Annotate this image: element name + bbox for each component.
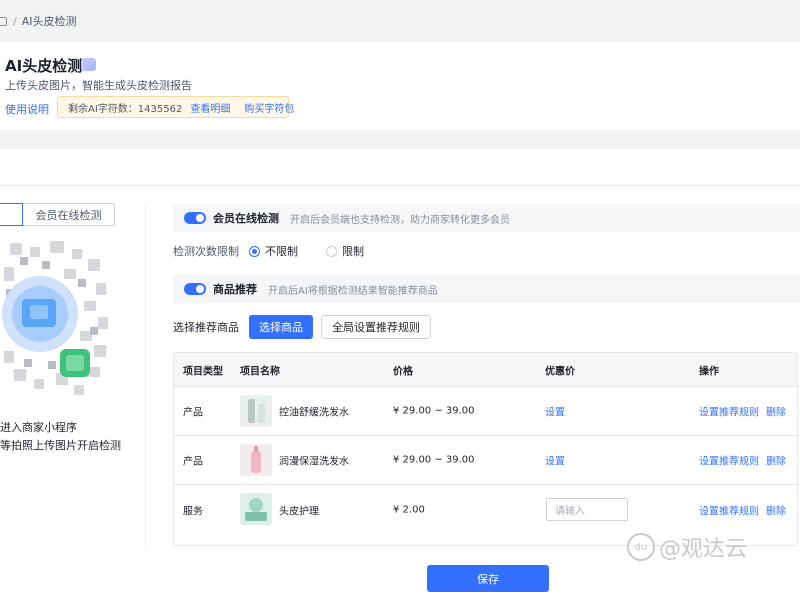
set-rule-link[interactable]: 设置推荐规则 <box>699 453 759 468</box>
product-thumbnail <box>240 395 272 427</box>
detect-limit-row: 检测次数限制 不限制 限制 <box>173 243 364 259</box>
tab-strip-divider <box>0 185 800 186</box>
col-header-discount: 优惠价 <box>545 366 575 377</box>
feature-badge-icon <box>81 58 96 71</box>
row-name: 控油舒缓洗发水 <box>279 407 349 419</box>
row-type: 产品 <box>183 407 203 419</box>
recommend-table: 项目类型 项目名称 价格 优惠价 操作 产品 控油舒缓洗发水 ¥ 29.00 ~… <box>173 352 798 546</box>
set-discount-link[interactable]: 设置 <box>545 453 565 468</box>
breadcrumb: / AI头皮检测 <box>0 0 800 42</box>
mode-switch: 会员在线检测 <box>0 203 115 226</box>
row-type: 服务 <box>183 506 203 517</box>
row-price: ¥ 2.00 <box>393 504 425 515</box>
col-header-price: 价格 <box>393 366 413 377</box>
detect-limit-label: 检测次数限制 <box>173 245 239 258</box>
paw-logo-icon: du <box>627 533 655 561</box>
table-header: 项目类型 项目名称 价格 优惠价 操作 <box>174 353 797 387</box>
recommend-toggle[interactable] <box>184 283 206 295</box>
select-products-button[interactable]: 选择商品 <box>249 315 313 339</box>
breadcrumb-current: AI头皮检测 <box>21 15 77 28</box>
miniprogram-qr-code <box>0 239 112 404</box>
toggle-knob <box>196 214 204 222</box>
mode-tab-member-online[interactable]: 会员在线检测 <box>23 203 115 226</box>
row-price: ¥ 29.00 ~ 39.00 <box>393 454 475 466</box>
product-picker-row: 选择推荐商品 选择商品 全局设置推荐规则 <box>173 315 431 339</box>
radio-checked-icon <box>249 245 260 257</box>
watermark-text: @观达云 <box>659 537 748 562</box>
mode-tab-active[interactable] <box>0 203 23 226</box>
product-picker-label: 选择推荐商品 <box>173 321 239 334</box>
delete-link[interactable]: 删除 <box>766 404 786 419</box>
quota-banner: 剩余AI字符数：1435562 查看明细 购买字符包 <box>57 96 294 118</box>
recommend-row: 商品推荐 开启后AI将根据检测结果智能推荐商品 <box>173 275 800 303</box>
set-rule-link[interactable]: 设置推荐规则 <box>699 502 759 517</box>
view-detail-link[interactable]: 查看明细 <box>190 100 230 115</box>
col-header-name: 项目名称 <box>240 366 280 377</box>
col-header-type: 项目类型 <box>183 366 223 377</box>
buy-package-link[interactable]: 购买字符包 <box>244 100 294 115</box>
product-thumbnail <box>240 444 272 476</box>
global-rule-button[interactable]: 全局设置推荐规则 <box>321 315 431 339</box>
help-link[interactable]: 使用说明 <box>5 101 49 117</box>
page-header: AI头皮检测 上传头皮图片，智能生成头皮检测报告 使用说明 剩余AI字符数：14… <box>0 42 800 130</box>
toggle-knob <box>196 285 204 293</box>
row-name: 润漫保湿洗发水 <box>279 456 349 468</box>
panel-divider <box>145 204 146 549</box>
member-detect-label: 会员在线检测 <box>213 212 279 225</box>
page-title: AI头皮检测 <box>5 57 83 75</box>
breadcrumb-separator: / <box>13 14 17 28</box>
set-discount-link[interactable]: 设置 <box>545 404 565 419</box>
row-type: 产品 <box>183 456 203 468</box>
row-name: 头皮护理 <box>279 506 319 517</box>
limit-option-unlimited[interactable]: 不限制 <box>249 243 298 259</box>
limit-option-label: 限制 <box>342 245 364 258</box>
member-detect-desc: 开启后会员端也支持检测，助力商家转化更多会员 <box>290 214 510 226</box>
recommend-desc: 开启后AI将根据检测结果智能推荐商品 <box>268 285 438 297</box>
table-row: 产品 润漫保湿洗发水 ¥ 29.00 ~ 39.00 设置 设置推荐规则 删除 <box>174 436 797 485</box>
member-detect-row: 会员在线检测 开启后会员端也支持检测，助力商家转化更多会员 <box>173 204 800 232</box>
discount-price-input[interactable]: 请输入 <box>546 498 628 521</box>
delete-link[interactable]: 删除 <box>766 502 786 517</box>
limit-option-label: 不限制 <box>265 245 298 258</box>
quota-label: 剩余AI字符数：1435562 <box>68 103 183 115</box>
service-thumbnail <box>240 493 272 525</box>
limit-option-limited[interactable]: 限制 <box>326 243 364 259</box>
page-subtitle: 上传头皮图片，智能生成头皮检测报告 <box>5 79 192 92</box>
col-header-actions: 操作 <box>699 366 719 377</box>
watermark: du @观达云 <box>627 531 747 563</box>
save-button[interactable]: 保存 <box>427 565 549 592</box>
delete-link[interactable]: 删除 <box>766 453 786 468</box>
set-rule-link[interactable]: 设置推荐规则 <box>699 404 759 419</box>
radio-unchecked-icon <box>326 245 337 257</box>
recommend-label: 商品推荐 <box>213 283 257 296</box>
table-row: 产品 控油舒缓洗发水 ¥ 29.00 ~ 39.00 设置 设置推荐规则 删除 <box>174 387 797 436</box>
miniprogram-hint-line1: 进入商家小程序 <box>0 421 77 434</box>
table-row: 服务 头皮护理 ¥ 2.00 请输入 设置推荐规则 删除 <box>174 485 797 534</box>
member-detect-toggle[interactable] <box>184 212 206 224</box>
row-price: ¥ 29.00 ~ 39.00 <box>393 405 475 417</box>
miniprogram-hint-line2: 等拍照上传图片开启检测 <box>0 439 121 452</box>
home-icon[interactable] <box>0 16 7 26</box>
